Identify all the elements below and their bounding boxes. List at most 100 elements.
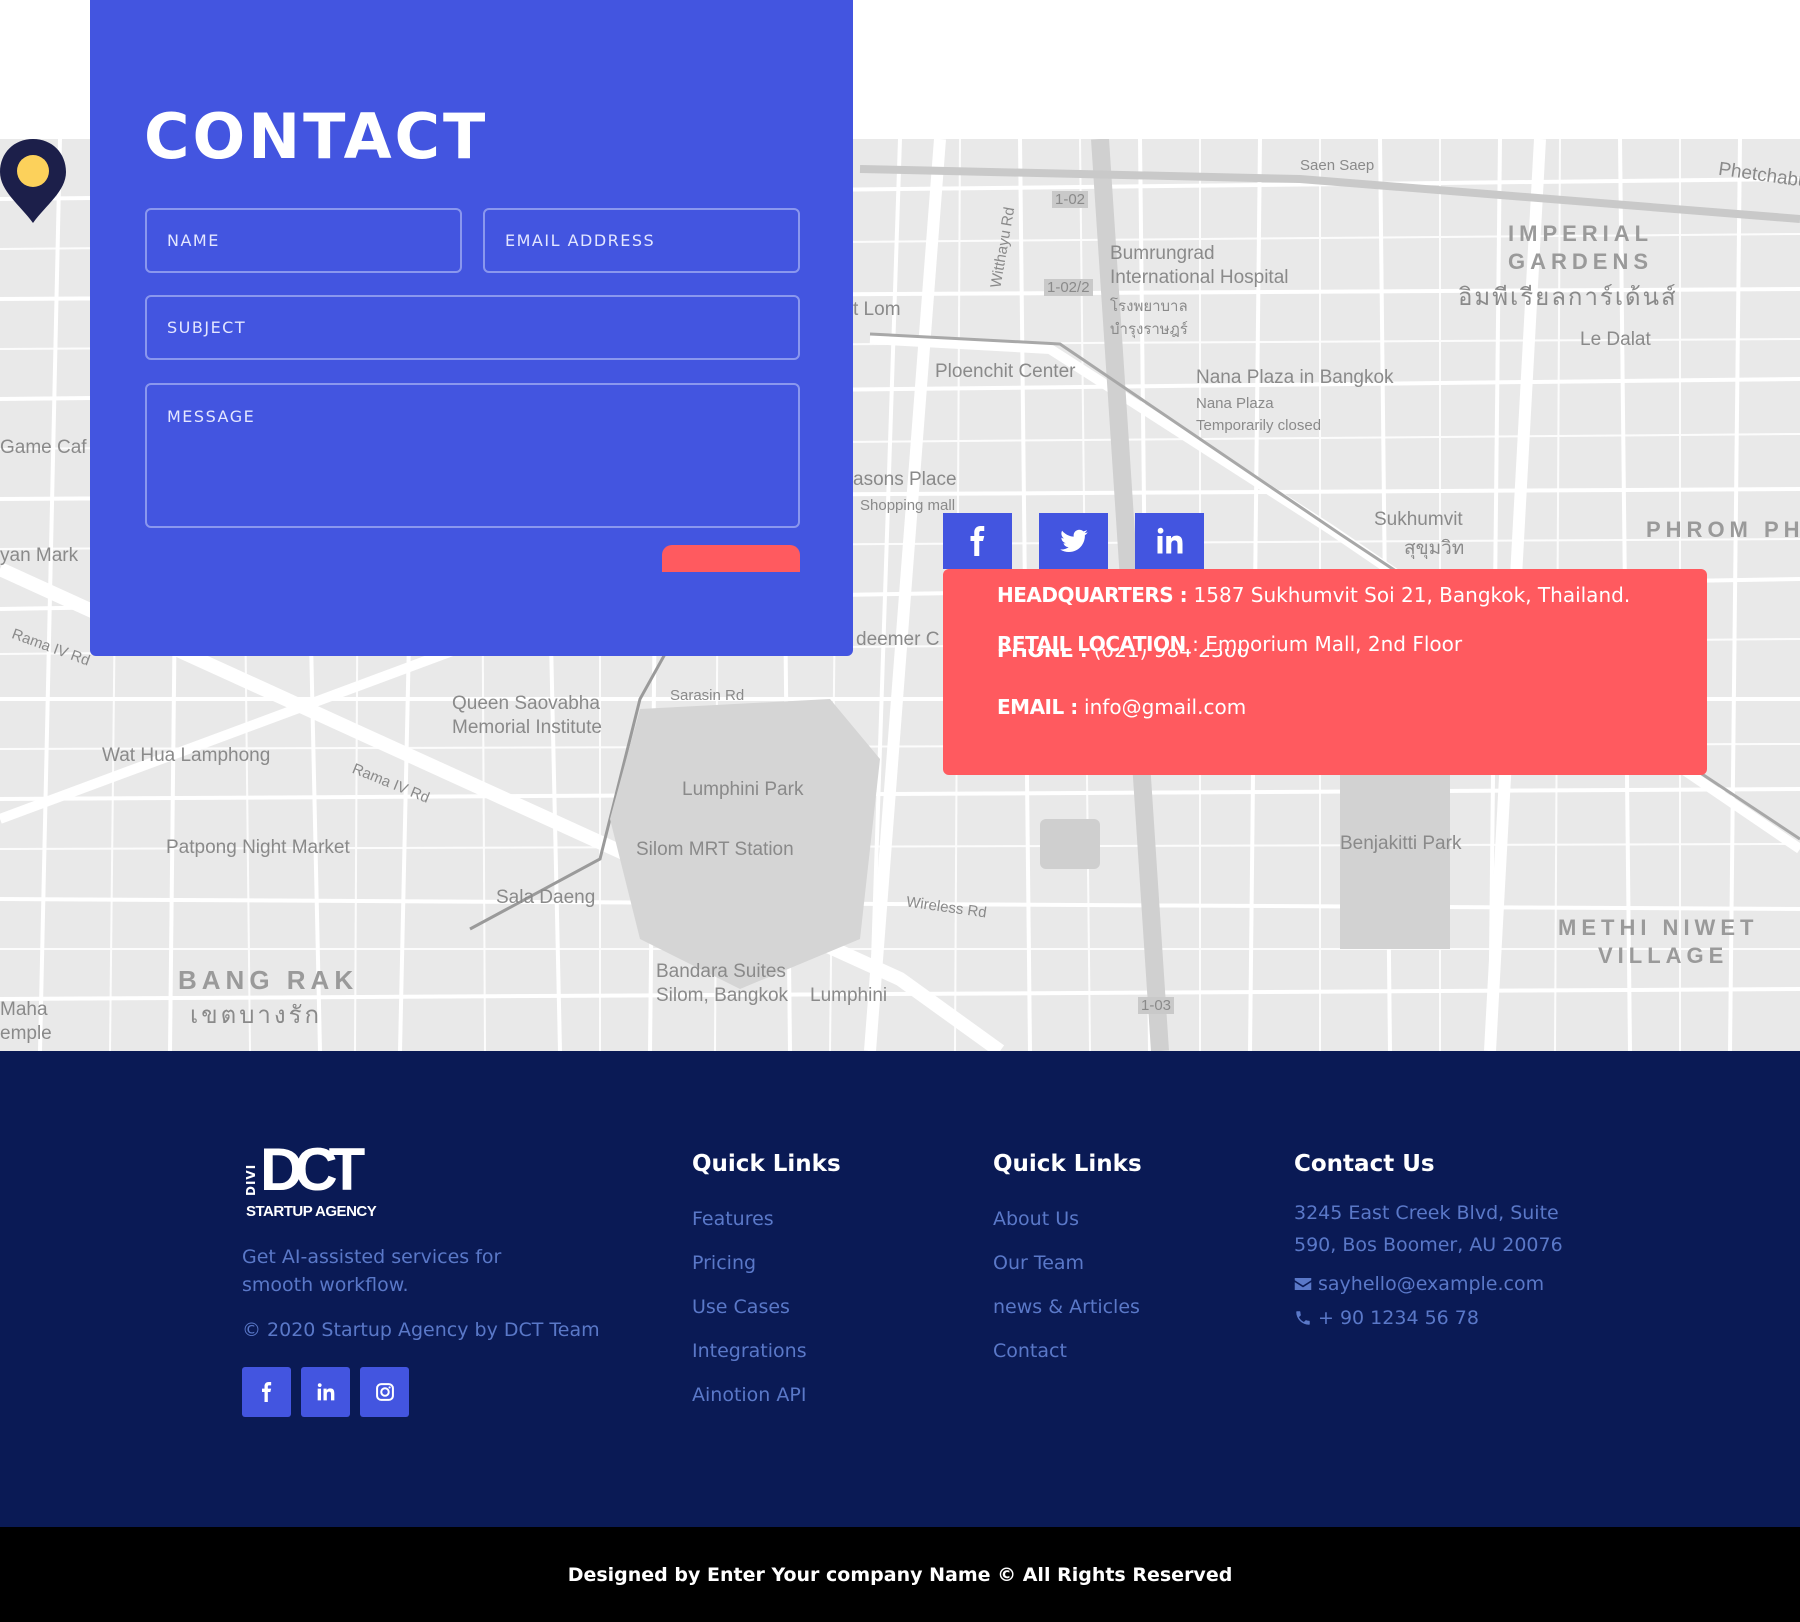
map-label: METHI NIWET [1558,915,1759,940]
map-label: เขตบางรัก [190,1002,323,1029]
map-label: Wat Hua Lamphong [102,745,271,766]
footer-copyright: © 2020 Startup Agency by DCT Team [242,1319,600,1341]
map-label: asons Place [853,469,957,490]
map-pin-icon[interactable] [0,139,66,223]
map-label: Benjakitti Park [1340,833,1462,854]
footer-linkedin-button[interactable] [301,1367,350,1417]
map-label: Nana Plaza in Bangkok [1196,367,1394,388]
map-label: Le Dalat [1580,329,1651,350]
footer-link-features[interactable]: Features [692,1197,841,1241]
footer-column-title: Quick Links [993,1151,1142,1177]
footer-phone: + 90 1234 56 78 [1318,1307,1479,1329]
dct-logo[interactable]: DIVI DCT STARTUP AGENCY [242,1140,382,1222]
page: Saen Saep Phetchabu Bumrungrad Internati… [0,0,1800,1622]
map-label: Nana Plaza [1196,395,1274,412]
footer-phone-row[interactable]: + 90 1234 56 78 [1294,1307,1574,1329]
map-label: อิมพีเรียลการ์เด้นส์ [1458,284,1678,311]
linkedin-icon [317,1383,334,1401]
message-textarea[interactable] [145,383,800,528]
footer-email: sayhello@example.com [1318,1273,1545,1295]
footer-contact-us: Contact Us 3245 East Creek Blvd, Suite 5… [1294,1151,1574,1329]
map-label: Lumphini [810,985,888,1006]
map-label: Sukhumvit [1374,509,1463,530]
linkedin-icon [1157,527,1182,554]
phone-icon [1296,1311,1310,1325]
footer-instagram-button[interactable] [360,1367,409,1417]
footer-address: 3245 East Creek Blvd, Suite 590, Bos Boo… [1294,1202,1563,1256]
facebook-icon [970,526,984,556]
map-label: BANG RAK [178,965,359,995]
footer-link-contact[interactable]: Contact [993,1329,1142,1373]
map-label: Bandara Suites [656,961,786,982]
footer-link-pricing[interactable]: Pricing [692,1241,841,1285]
map-label: Queen Saovabha [452,693,600,714]
name-input[interactable] [145,208,462,273]
email-input[interactable] [483,208,800,273]
map-label: Lumphini Park [682,779,804,800]
contact-title: CONTACT [144,100,489,173]
headquarters-line: HEADQUARTERS : 1587 Sukhumvit Soi 21, Ba… [997,583,1630,607]
submit-button[interactable]: Submit [662,545,800,572]
envelope-icon [1294,1278,1312,1290]
map-facebook-button[interactable] [943,513,1012,569]
headquarters-label: HEADQUARTERS : [997,583,1188,607]
map-label: GARDENS [1508,249,1654,274]
map-label: Silom, Bangkok [656,985,789,1006]
map-label: โรงพยาบาล [1110,298,1188,315]
map-linkedin-button[interactable] [1135,513,1204,569]
map-label: IMPERIAL [1508,221,1654,246]
map-label: PHROM PH [1646,517,1800,542]
retail-location-value: : Emporium Mall, 2nd Floor [1185,632,1463,656]
retail-location-line: RETAIL LOCATION : Emporium Mall, 2nd Flo… [997,632,1462,656]
map-label: Maha [0,999,48,1020]
footer-quick-links-2: Quick Links About Us Our Team news & Art… [993,1151,1142,1373]
twitter-icon [1059,529,1088,552]
map-label: VILLAGE [1598,943,1729,968]
map-label: Silom MRT Station [636,839,794,860]
map-label: Saen Saep [1300,157,1375,174]
map-route-badge: 1-02 [1052,191,1089,208]
email-label: EMAIL : [997,695,1078,719]
email-line: EMAIL : info@gmail.com [997,695,1246,719]
footer-column-title: Quick Links [692,1151,841,1177]
footer-link-our-team[interactable]: Our Team [993,1241,1142,1285]
map-label: Ploenchit Center [935,361,1076,382]
map-label: International Hospital [1110,267,1289,288]
bottom-bar: Designed by Enter Your company Name © Al… [0,1527,1800,1622]
footer-quick-links-1: Quick Links Features Pricing Use Cases I… [692,1151,841,1417]
instagram-icon [375,1383,394,1401]
footer-link-integrations[interactable]: Integrations [692,1329,841,1373]
subject-input[interactable] [145,295,800,360]
map-label: Patpong Night Market [166,837,350,858]
submit-button-clip: Submit [662,545,800,572]
facebook-icon [261,1382,271,1402]
footer-link-news-articles[interactable]: news & Articles [993,1285,1142,1329]
retail-location-label: RETAIL LOCATION [997,632,1186,656]
map-label: emple [0,1023,52,1044]
map-label: สุขุมวิท [1404,538,1465,559]
footer-tagline: Get AI-assisted services for smooth work… [242,1246,502,1296]
email-value: info@gmail.com [1077,695,1247,719]
map-label: Bumrungrad [1110,243,1215,264]
logo-divi-text: DIVI [244,1163,258,1197]
location-info-card: HEADQUARTERS : 1587 Sukhumvit Soi 21, Ba… [943,569,1707,775]
footer-email-row[interactable]: sayhello@example.com [1294,1273,1574,1295]
map-label: yan Mark [0,545,79,566]
map-route-badge: 1-03 [1138,997,1175,1014]
footer-link-ainotion-api[interactable]: Ainotion API [692,1373,841,1417]
footer-link-use-cases[interactable]: Use Cases [692,1285,841,1329]
footer-column-title: Contact Us [1294,1151,1435,1177]
map-label: Temporarily closed [1196,417,1322,434]
logo-subtitle: STARTUP AGENCY [246,1203,377,1220]
footer-facebook-button[interactable] [242,1367,291,1417]
logo-dct-text: DCT [260,1136,365,1203]
map-label: Sarasin Rd [670,687,745,704]
map-twitter-button[interactable] [1039,513,1108,569]
contact-form-panel: CONTACT Submit [90,0,853,656]
footer: DIVI DCT STARTUP AGENCY Get AI-assisted … [0,1051,1800,1527]
headquarters-value: 1587 Sukhumvit Soi 21, Bangkok, Thailand… [1187,583,1631,607]
map-label: Game Caf [0,437,87,458]
map-route-badge: 1-02/2 [1044,279,1093,296]
footer-link-about-us[interactable]: About Us [993,1197,1142,1241]
map-label: t Lom [853,299,901,320]
